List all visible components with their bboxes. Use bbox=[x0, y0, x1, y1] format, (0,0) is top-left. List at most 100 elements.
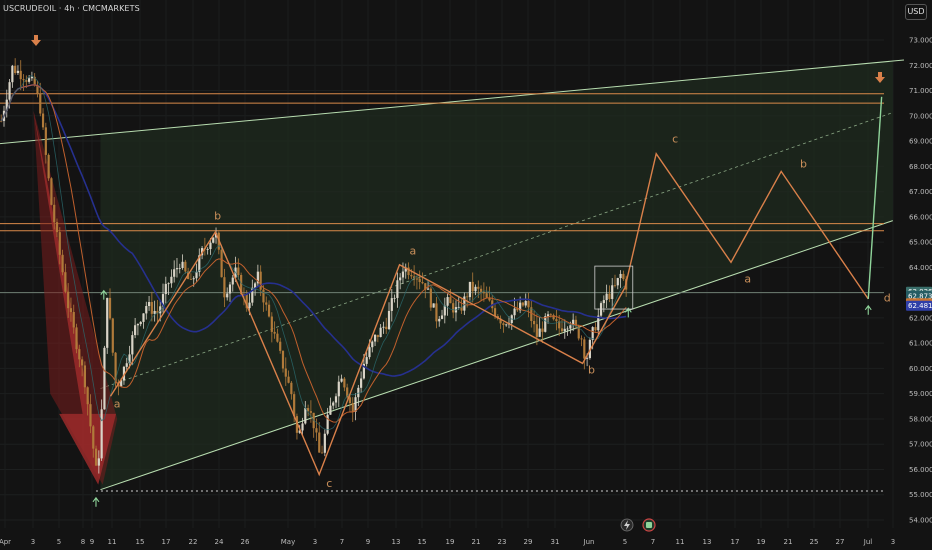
time-tick-label: 7 bbox=[651, 538, 655, 546]
candle-body bbox=[206, 249, 209, 250]
candle-body bbox=[566, 328, 569, 330]
candle-body bbox=[320, 452, 324, 454]
time-tick-label: 29 bbox=[524, 538, 533, 546]
candle-body bbox=[83, 365, 86, 388]
price-tag-label: 62.481 bbox=[908, 302, 932, 310]
candle-body bbox=[560, 328, 564, 332]
price-tick-label: 57.000 bbox=[909, 441, 932, 449]
candle-body bbox=[393, 297, 396, 299]
candle-body bbox=[100, 409, 103, 459]
candle-body bbox=[16, 70, 20, 74]
price-tick-label: 66.000 bbox=[909, 213, 932, 221]
candle-body bbox=[479, 288, 483, 292]
time-tick-label: 22 bbox=[189, 538, 198, 546]
candle-body bbox=[318, 432, 321, 453]
candle-body bbox=[357, 387, 360, 398]
price-tick-label: 58.000 bbox=[909, 415, 932, 423]
candle-body bbox=[340, 378, 343, 382]
price-tick-label: 56.000 bbox=[909, 466, 932, 474]
candle-body bbox=[527, 301, 530, 308]
candle-body bbox=[474, 286, 477, 292]
price-tick-label: 62.000 bbox=[909, 314, 932, 322]
candle-body bbox=[281, 350, 285, 369]
time-tick-label: 3 bbox=[313, 538, 317, 546]
time-tick-label: 27 bbox=[836, 538, 845, 546]
candle-body bbox=[538, 328, 541, 337]
candle-body bbox=[452, 303, 455, 313]
time-tick-label: Apr bbox=[0, 538, 11, 546]
time-tick-label: 19 bbox=[757, 538, 766, 546]
candle-body bbox=[521, 302, 525, 306]
candle-body bbox=[399, 277, 402, 281]
wave-label: d bbox=[884, 291, 891, 304]
candle-body bbox=[30, 76, 33, 79]
candle-body bbox=[72, 311, 75, 328]
candle-body bbox=[50, 178, 53, 205]
time-tick-label: 17 bbox=[731, 538, 740, 546]
candle-body bbox=[541, 328, 544, 332]
candle-body bbox=[67, 291, 70, 309]
time-tick-label: Jun bbox=[583, 538, 595, 546]
candle-body bbox=[301, 423, 304, 431]
candle-body bbox=[125, 363, 128, 367]
candle-body bbox=[265, 302, 268, 305]
candle-body bbox=[81, 359, 84, 366]
candle-body bbox=[373, 334, 377, 342]
time-tick-label: 11 bbox=[108, 538, 117, 546]
candle-body bbox=[376, 334, 379, 338]
candle-body bbox=[267, 304, 271, 317]
time-tick-label: 13 bbox=[703, 538, 712, 546]
candle-body bbox=[53, 204, 56, 223]
price-tick-label: 69.000 bbox=[909, 138, 932, 146]
candle-body bbox=[432, 303, 435, 308]
candle-body bbox=[616, 278, 619, 286]
candle-body bbox=[248, 302, 251, 309]
candle-body bbox=[184, 261, 187, 272]
candle-body bbox=[150, 302, 153, 314]
candle-body bbox=[111, 318, 114, 353]
candle-body bbox=[189, 279, 193, 280]
candle-body bbox=[505, 324, 508, 326]
candle-body bbox=[139, 321, 142, 325]
candle-body bbox=[92, 426, 95, 449]
candle-body bbox=[387, 310, 391, 330]
price-chart[interactable]: b a c a b c a b d 73.000 72.000 71.000 70.000 69.000 6… bbox=[0, 0, 932, 550]
currency-button[interactable]: USD bbox=[905, 4, 927, 20]
candle-body bbox=[334, 396, 338, 403]
candle-body bbox=[418, 278, 421, 283]
candle-body bbox=[524, 301, 527, 306]
price-tick-label: 67.000 bbox=[909, 188, 932, 196]
candle-body bbox=[608, 293, 611, 299]
price-tick-label: 65.000 bbox=[909, 239, 932, 247]
time-tick-label: 5 bbox=[623, 538, 627, 546]
time-tick-label: 26 bbox=[241, 538, 250, 546]
candle-body bbox=[368, 347, 371, 358]
candle-body bbox=[226, 293, 229, 298]
price-tick-label: 59.000 bbox=[909, 390, 932, 398]
wave-label: c bbox=[326, 477, 332, 490]
candle-body bbox=[41, 113, 45, 128]
candle-body bbox=[259, 271, 262, 290]
candle-body bbox=[103, 347, 106, 410]
candle-body bbox=[147, 302, 151, 307]
candle-body bbox=[371, 341, 374, 348]
candle-body bbox=[11, 65, 14, 83]
candle-body bbox=[569, 325, 572, 329]
candle-body bbox=[477, 286, 480, 289]
price-tick-label: 61.000 bbox=[909, 340, 932, 348]
wave-label: a bbox=[114, 398, 121, 411]
time-tick-label: 3 bbox=[891, 538, 895, 546]
candle-body bbox=[382, 326, 385, 328]
candle-body bbox=[535, 324, 538, 337]
tradingview-chart-window: b a c a b c a b d 73.000 72.000 71.000 70.000 69.000 6… bbox=[0, 0, 932, 550]
candle-body bbox=[410, 275, 413, 277]
candle-body bbox=[493, 308, 497, 317]
price-tick-label: 60.000 bbox=[909, 365, 932, 373]
candle-body bbox=[468, 281, 472, 298]
time-tick-label: 13 bbox=[392, 538, 401, 546]
candle-body bbox=[181, 261, 184, 268]
candle-body bbox=[485, 293, 488, 298]
candle-body bbox=[580, 338, 583, 340]
candle-body bbox=[602, 300, 605, 304]
candle-body bbox=[457, 306, 460, 308]
